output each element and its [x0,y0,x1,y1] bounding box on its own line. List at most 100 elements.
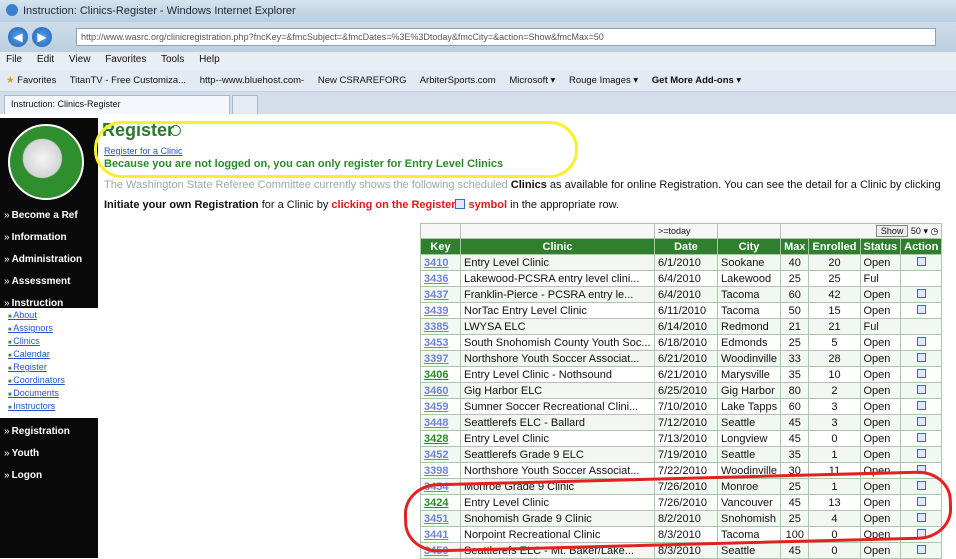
subnav-about[interactable]: About [8,310,37,320]
sidebar-item-information[interactable]: Information [4,232,67,243]
fav-link-microsoft[interactable]: Microsoft ▾ [509,75,555,86]
register-icon[interactable] [916,352,926,362]
col-header-date[interactable]: Date [654,238,718,255]
cell-city: Edmonds [716,334,782,351]
new-tab-button[interactable] [232,95,258,114]
subnav-coordinators[interactable]: Coordinators [8,375,65,385]
chevron-down-icon[interactable]: ▾ [923,226,928,236]
cell-status: Open [859,414,902,431]
cell-key[interactable]: 3436 [420,270,461,287]
col-header-key[interactable]: Key [420,238,461,255]
sidebar-item-assessment[interactable]: Assessment [4,276,71,287]
tab-bar: Instruction: Clinics-Register [0,92,956,114]
subnav-documents[interactable]: Documents [8,388,59,398]
fav-link-arbiter[interactable]: ArbiterSports.com [420,75,496,86]
cell-date: 6/25/2010 [654,382,718,399]
register-icon[interactable] [916,416,926,426]
cell-key[interactable]: 3385 [420,318,461,335]
subnav-register[interactable]: Register [8,362,47,372]
cell-key[interactable]: 3398 [420,462,461,479]
subnav-calendar[interactable]: Calendar [8,349,50,359]
fav-link-csraref[interactable]: New CSRAREFORG [318,75,407,86]
table-row: 3436 Lakewood-PCSRA entry level clini... 6… [420,270,943,287]
cell-key[interactable]: 3437 [420,286,461,303]
cell-city: Marysville [716,366,782,383]
table-row: 3448 Seattlerefs ELC - Ballard 7/12/2010 Se… [420,414,943,431]
menu-view[interactable]: View [69,54,91,65]
max-select[interactable]: 50 [911,226,921,236]
cell-city: Seattle [716,414,782,431]
cell-clinic: Franklin-Pierce - PCSRA entry le... [460,286,655,303]
cell-key[interactable]: 3460 [420,382,461,399]
filter-row: >=today Show 50 ▾ ◷ [420,223,943,239]
sidebar-item-youth[interactable]: Youth [4,448,40,459]
register-icon[interactable] [916,304,926,314]
cell-action [900,430,943,447]
cell-enrolled: 0 [808,430,861,447]
cell-key[interactable]: 3406 [420,366,461,383]
register-icon[interactable] [916,336,926,346]
sidebar-item-become-a-ref[interactable]: Become a Ref [4,210,78,221]
intro-text-clinics: Clinics [510,179,547,191]
menu-favorites[interactable]: Favorites [105,54,146,65]
show-button[interactable]: Show [875,225,909,237]
cell-max: 60 [780,398,810,415]
sidebar-item-logon[interactable]: Logon [4,470,43,481]
fav-link-titantv[interactable]: TitanTV - Free Customiza... [70,75,186,86]
menu-help[interactable]: Help [199,54,220,65]
cell-date: 7/19/2010 [654,446,718,463]
col-header-status[interactable]: Status [859,238,902,255]
cell-key[interactable]: 3439 [420,302,461,319]
col-header-max[interactable]: Max [780,238,810,255]
menu-file[interactable]: File [6,54,22,65]
cell-key[interactable]: 3428 [420,430,461,447]
sidebar-item-administration[interactable]: Administration [4,254,83,265]
register-icon[interactable] [916,432,926,442]
filter-date[interactable]: >=today [654,223,718,239]
register-icon[interactable] [916,256,926,266]
fav-link-addons[interactable]: Get More Add-ons ▾ [652,75,741,86]
cell-key[interactable]: 3410 [420,254,461,271]
register-icon[interactable] [916,384,926,394]
register-icon[interactable] [916,544,926,554]
cell-clinic: Entry Level Clinic - Nothsound [460,366,655,383]
cell-enrolled: 20 [808,254,861,271]
clock-icon[interactable]: ◷ [931,226,939,236]
filter-key[interactable] [420,223,461,239]
menu-edit[interactable]: Edit [37,54,54,65]
cell-clinic: Seattlerefs ELC - Ballard [460,414,655,431]
tab-instruction-clinics-register[interactable]: Instruction: Clinics-Register [4,95,230,114]
fav-link-rouge-images[interactable]: Rouge Images ▾ [569,75,638,86]
register-icon[interactable] [916,368,926,378]
fav-link-bluehost[interactable]: http--www.bluehost.com- [200,75,305,86]
cell-action [900,446,943,463]
forward-arrow-icon[interactable]: ▶ [32,27,52,47]
col-header-city[interactable]: City [716,238,782,255]
col-header-clinic[interactable]: Clinic [460,238,655,255]
cell-key[interactable]: 3448 [420,414,461,431]
cell-max: 35 [780,446,810,463]
cell-key[interactable]: 3453 [420,334,461,351]
subnav-assignors[interactable]: Assignors [8,323,53,333]
address-bar[interactable]: http://www.wasrc.org/clinicregistration.… [76,28,936,46]
cell-status: Ful [859,270,902,287]
back-arrow-icon[interactable]: ◀ [8,27,28,47]
cell-key[interactable]: 3397 [420,350,461,367]
cell-key[interactable]: 3452 [420,446,461,463]
subnav-instructors[interactable]: Instructors [8,401,55,411]
cell-action [900,542,943,559]
col-header-enrolled[interactable]: Enrolled [808,238,861,255]
filter-clinic[interactable] [460,223,655,239]
cell-key[interactable]: 3459 [420,398,461,415]
sidebar-item-registration[interactable]: Registration [4,426,70,437]
subnav-clinics[interactable]: Clinics [8,336,40,346]
favorites-button[interactable]: ★ Favorites [6,75,56,86]
filter-city[interactable] [716,223,782,239]
cell-city: Gig Harbor [716,382,782,399]
register-icon[interactable] [916,400,926,410]
col-header-action[interactable]: Action [900,238,943,255]
register-icon[interactable] [916,448,926,458]
cell-date: 6/21/2010 [654,350,718,367]
register-icon[interactable] [916,288,926,298]
menu-tools[interactable]: Tools [161,54,184,65]
